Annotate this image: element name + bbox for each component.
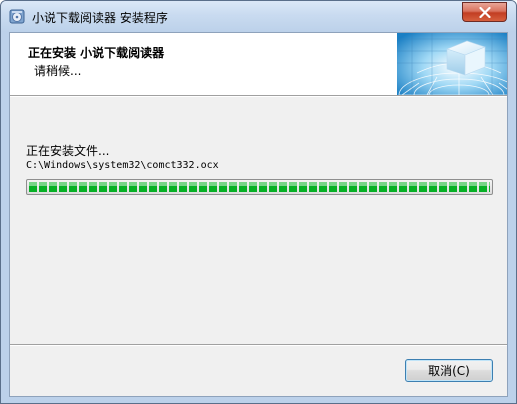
title-bar[interactable]: 小说下载阅读器 安装程序 bbox=[1, 1, 516, 32]
installer-window: 小说下载阅读器 安装程序 正在安装 小说下载阅读器 请稍候... 正在安装文件.… bbox=[0, 0, 517, 404]
installer-disc-icon bbox=[9, 9, 25, 24]
install-progress-bar bbox=[26, 179, 493, 195]
cube-globe-graphic bbox=[397, 33, 507, 95]
close-icon bbox=[478, 6, 491, 18]
window-title: 小说下载阅读器 安装程序 bbox=[32, 11, 168, 25]
progress-fill bbox=[29, 182, 490, 192]
header-subtitle: 请稍候... bbox=[34, 64, 82, 78]
footer-divider bbox=[10, 344, 507, 346]
header-divider bbox=[10, 95, 507, 97]
cancel-button[interactable]: 取消(C) bbox=[405, 359, 493, 382]
header-panel: 正在安装 小说下载阅读器 请稍候... bbox=[10, 33, 507, 95]
header-title: 正在安装 小说下载阅读器 bbox=[28, 46, 165, 60]
current-file-path: C:\Windows\system32\comct332.ocx bbox=[26, 160, 219, 171]
close-button[interactable] bbox=[462, 2, 507, 22]
install-status: 正在安装文件... bbox=[26, 144, 110, 158]
client-area: 正在安装 小说下载阅读器 请稍候... 正在安装文件... C:\Windows… bbox=[9, 32, 508, 397]
